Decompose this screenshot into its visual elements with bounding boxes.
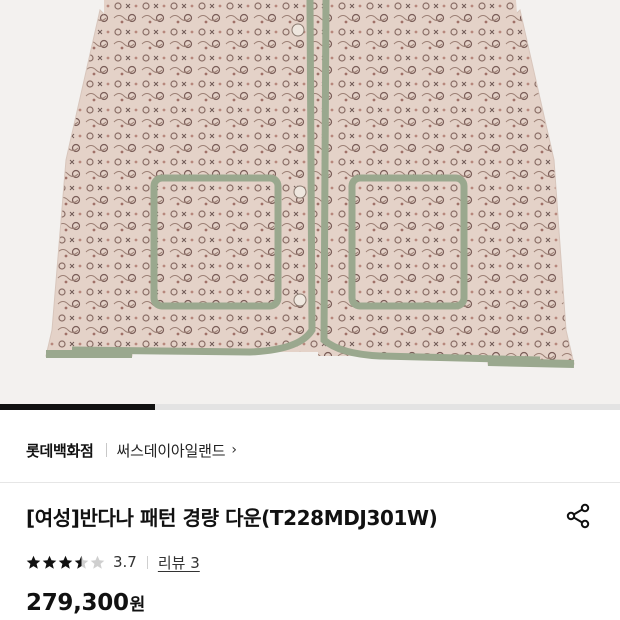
brand-divider [105,443,107,457]
product-image[interactable] [0,0,620,404]
chevron-right-icon[interactable]: › [231,442,237,458]
rating-row: 3.7 리뷰 3 [26,551,200,573]
price-row: 279,300 원 [26,590,145,620]
star-empty-icon [90,555,105,569]
star-half-icon [74,555,89,569]
share-button[interactable] [562,500,594,532]
rating-divider [146,555,148,569]
brand-name-link[interactable]: 롯데백화점 [26,440,94,461]
rating-value: 3.7 [113,553,137,571]
brand-row: 롯데백화점 써스데이아일랜드 › [26,437,237,463]
shop-name-link[interactable]: 써스데이아일랜드 [117,440,226,461]
star-filled-icon [42,555,57,569]
product-title-row: [여성]반다나 패턴 경량 다운(T228MDJ301W) [26,501,594,531]
star-filled-icon [26,555,41,569]
review-count-link[interactable]: 리뷰 3 [158,552,200,573]
star-rating [26,555,105,570]
price-unit: 원 [129,595,146,615]
gallery-progress-fill [0,404,155,410]
product-title: [여성]반다나 패턴 경량 다운(T228MDJ301W) [26,505,438,530]
quilted-jacket-image [0,0,620,404]
star-filled-icon [58,555,73,569]
price-value: 279,300 [26,590,129,616]
gallery-progress-bar [0,404,620,410]
share-icon [566,503,590,529]
section-divider [0,482,620,483]
